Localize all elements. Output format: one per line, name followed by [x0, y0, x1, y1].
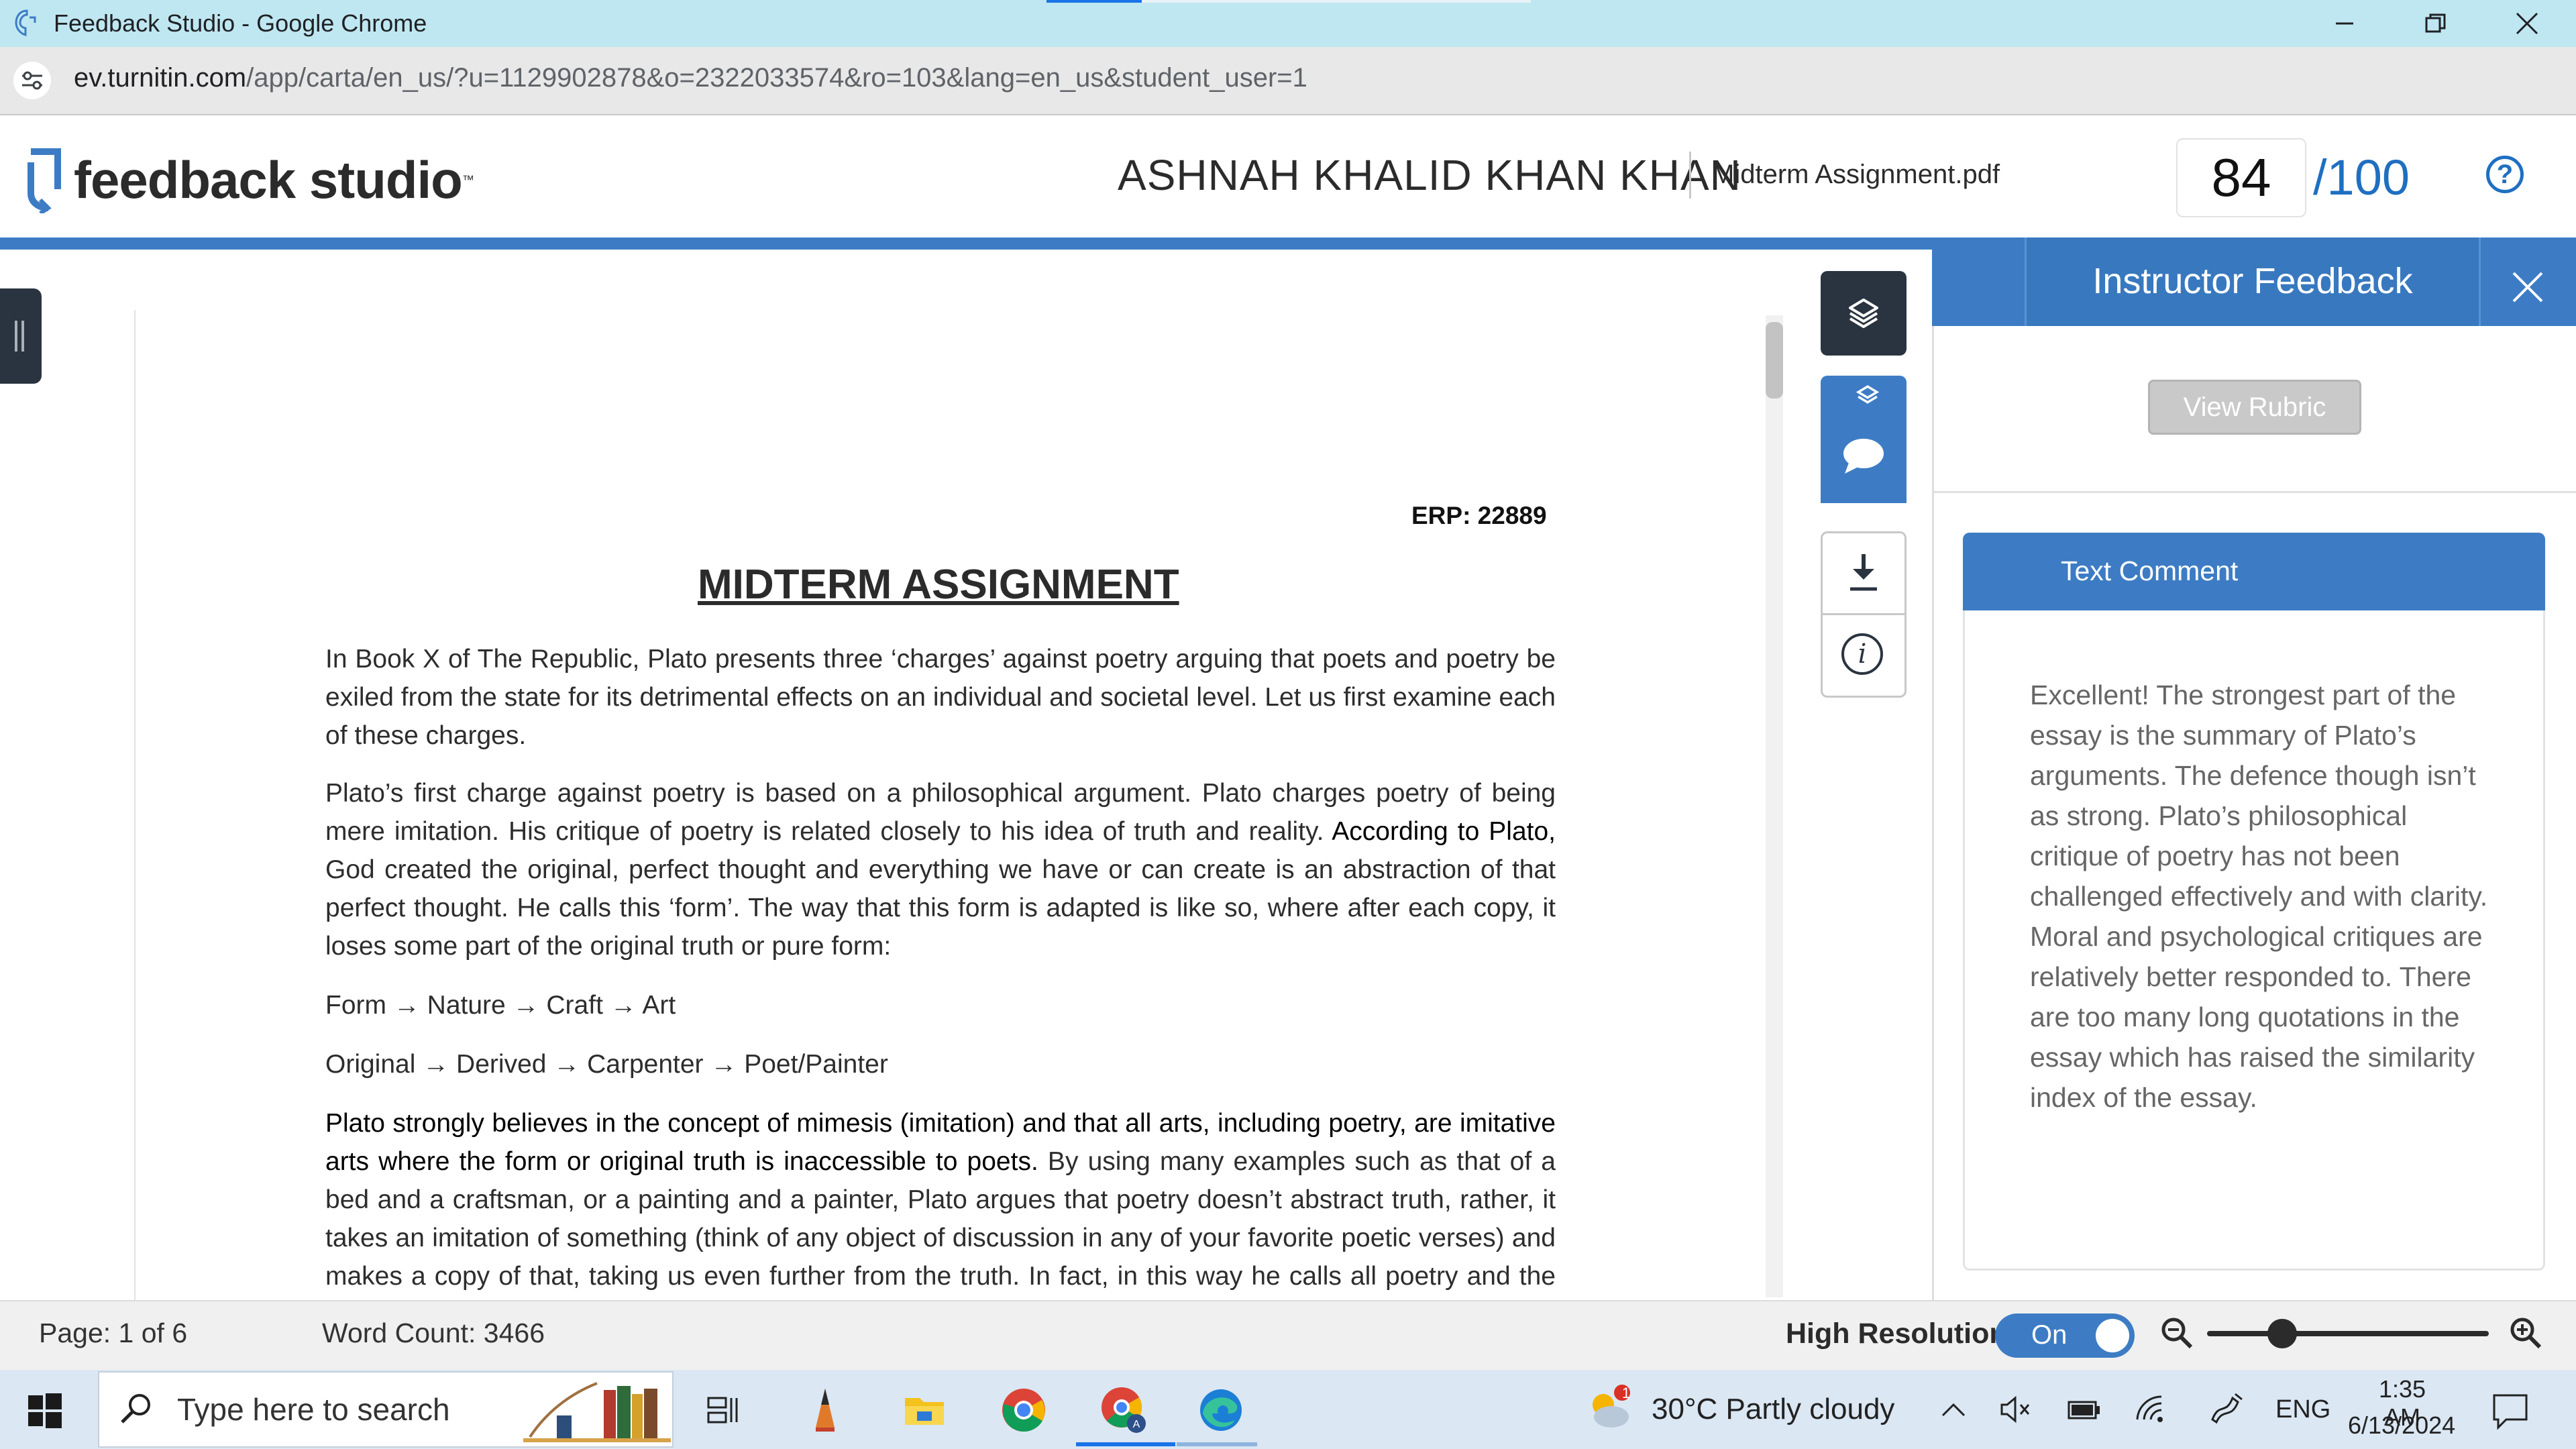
toggle-knob[interactable] — [2096, 1319, 2129, 1352]
browser-title-bar: Feedback Studio - Google Chrome — [0, 0, 2576, 47]
zoom-in-icon[interactable] — [2508, 1315, 2545, 1352]
address-bar: ev.turnitin.com/app/carta/en_us/?u=11299… — [0, 47, 2576, 115]
word-count: Word Count: 3466 — [322, 1318, 545, 1348]
pencil-app-icon — [816, 1389, 835, 1432]
app-header: feedback studio ™ ASHNAH KHALID KHAN KHAN… — [0, 115, 2576, 237]
document-scrollbar-thumb[interactable] — [1766, 322, 1783, 398]
turnitin-logo-icon — [28, 148, 61, 213]
erp-number: ERP: 22889 — [1411, 502, 1547, 529]
view-rubric-button[interactable]: View Rubric — [2148, 380, 2361, 435]
panel-divider — [1932, 491, 2576, 493]
search-highlight-books-icon — [523, 1382, 671, 1442]
paragraph-5: Plato strongly believes in the concept o… — [325, 1104, 1556, 1299]
notifications-icon[interactable] — [2490, 1391, 2530, 1432]
file-name: Midterm Assignment.pdf — [1712, 160, 2000, 189]
document-title: MIDTERM ASSIGNMENT — [698, 561, 1179, 608]
document-scrollbar[interactable] — [1766, 315, 1783, 1297]
edge-icon — [1200, 1389, 1242, 1431]
side-panel-toggle[interactable] — [0, 288, 42, 384]
chrome-profile-button[interactable]: A — [1097, 1383, 1151, 1437]
high-resolution-state: On — [2031, 1320, 2068, 1350]
restore-icon — [2425, 13, 2446, 33]
chrome-icon — [1002, 1389, 1045, 1432]
tool-group-divider — [1821, 613, 1907, 615]
weather-text[interactable]: 30°C Partly cloudy — [1652, 1393, 1894, 1426]
restore-button[interactable] — [2392, 0, 2479, 47]
task-view-button[interactable] — [696, 1383, 750, 1437]
page-count: Page: 1 of 6 — [39, 1318, 188, 1348]
task-view-icon — [707, 1397, 738, 1424]
running-app-indicator — [1177, 1442, 1257, 1446]
close-window-button[interactable] — [2483, 0, 2571, 47]
download-icon[interactable] — [1843, 550, 1884, 597]
chrome-profile-icon: A — [1102, 1387, 1146, 1433]
site-info-button[interactable] — [13, 62, 51, 99]
paragraph-2-highlight: According to Plato, — [1332, 817, 1556, 846]
panel-title: Instructor Feedback — [2092, 261, 2413, 301]
feedback-studio-logo[interactable]: feedback studio ™ — [25, 146, 474, 213]
page-edge — [134, 310, 136, 1300]
logo-wordmark: feedback studio — [74, 150, 463, 209]
paragraph-3: Form → Nature → Craft → Art — [325, 991, 676, 1020]
file-explorer-button[interactable] — [898, 1383, 951, 1437]
pen-ink-icon[interactable] — [2206, 1389, 2246, 1426]
minimize-button[interactable] — [2301, 0, 2388, 47]
wifi-icon[interactable] — [2133, 1394, 2168, 1425]
active-app-indicator — [1076, 1442, 1175, 1446]
active-tab-indicator — [1046, 0, 1142, 3]
chrome-button[interactable] — [997, 1383, 1051, 1437]
zoom-slider-track[interactable] — [2207, 1331, 2489, 1336]
question-mark-icon: ? — [2496, 159, 2514, 189]
info-icon[interactable]: i — [1841, 633, 1883, 675]
layers-button[interactable] — [1821, 271, 1907, 356]
close-icon — [2516, 12, 2538, 35]
weather-alert-badge: 1 — [1621, 1385, 1631, 1401]
trademark-mark: ™ — [462, 172, 474, 186]
grade-input[interactable]: 84 — [2176, 138, 2306, 217]
clock-date[interactable]: 6/13/2024 — [2348, 1411, 2455, 1440]
search-icon — [121, 1394, 150, 1424]
close-icon — [2512, 272, 2543, 303]
windows-start-icon[interactable] — [27, 1393, 63, 1429]
paragraph-4: Original → Derived → Carpenter → Poet/Pa… — [325, 1050, 888, 1079]
text-comment-body[interactable]: Excellent! The strongest part of the ess… — [2030, 675, 2500, 1118]
grip-icon — [15, 321, 17, 352]
search-placeholder: Type here to search — [177, 1392, 450, 1427]
window-title: Feedback Studio - Google Chrome — [54, 9, 427, 37]
text-comment-label: Text Comment — [2061, 555, 2239, 586]
paint-app-button[interactable] — [798, 1383, 852, 1437]
header-divider — [1689, 152, 1691, 199]
layers-small-icon — [1856, 385, 1880, 404]
text-comment-header — [1963, 533, 2545, 610]
url-path: /app/carta/en_us/?u=1129902878&o=2322033… — [246, 63, 1307, 93]
help-button[interactable]: ? — [2486, 156, 2524, 193]
paragraph-2: Plato’s first charge against poetry is b… — [325, 774, 1556, 965]
battery-icon[interactable] — [2066, 1397, 2104, 1424]
student-name: ASHNAH KHALID KHAN KHAN — [1118, 151, 1741, 199]
language-indicator[interactable]: ENG — [2275, 1395, 2330, 1424]
high-resolution-label: High Resolution — [1786, 1318, 2007, 1350]
speaker-muted-icon[interactable] — [1999, 1394, 2033, 1425]
comment-bubble-icon[interactable] — [1841, 436, 1886, 476]
layers-icon — [1849, 299, 1878, 328]
url-field[interactable]: ev.turnitin.com/app/carta/en_us/?u=11299… — [74, 63, 1307, 93]
svg-text:A: A — [1133, 1419, 1140, 1430]
url-host: ev.turnitin.com — [74, 63, 247, 93]
turnitin-favicon-icon — [15, 9, 36, 36]
paragraph-1: In Book X of The Republic, Plato present… — [325, 645, 1556, 750]
edge-button[interactable] — [1194, 1383, 1248, 1437]
tab-strip — [1142, 0, 1531, 3]
folder-icon — [905, 1398, 944, 1425]
grade-total: /100 — [2313, 150, 2410, 205]
close-panel-button[interactable] — [2494, 254, 2561, 321]
grade-value: 84 — [2211, 148, 2271, 207]
tune-icon — [22, 71, 42, 90]
minimize-icon — [2336, 22, 2353, 25]
zoom-out-icon[interactable] — [2159, 1315, 2196, 1352]
chevron-up-icon[interactable] — [1939, 1397, 1968, 1424]
zoom-slider-handle[interactable] — [2267, 1319, 2297, 1348]
grip-icon-line — [21, 321, 24, 352]
paragraph-2-part-c: God created the original, perfect though… — [325, 855, 1556, 961]
